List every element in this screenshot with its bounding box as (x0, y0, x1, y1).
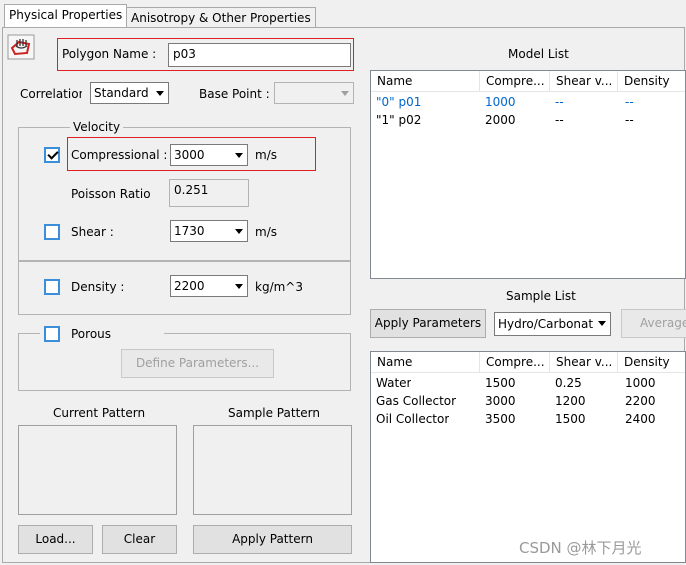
sample-col-shear[interactable]: Shear v... (550, 352, 618, 372)
sample-row-shear: 0.25 (555, 376, 582, 390)
polygon-name-input[interactable]: p03 (168, 43, 351, 67)
table-row[interactable]: Water 1500 0.25 1000 (371, 374, 685, 392)
model-col-density[interactable]: Density (618, 71, 685, 91)
sample-row-compressional: 3000 (485, 394, 516, 408)
compressional-label: Compressional : (71, 148, 168, 162)
sample-list-header: Name Compre... Shear v... Density (371, 352, 685, 373)
chevron-down-icon (594, 313, 610, 335)
correlation-value: Standard (94, 86, 149, 100)
model-row-density: -- (625, 113, 634, 127)
model-row-compressional: 2000 (485, 113, 516, 127)
load-button[interactable]: Load... (18, 525, 93, 554)
sample-list-title: Sample List (506, 289, 576, 303)
model-col-shear[interactable]: Shear v... (550, 71, 618, 91)
shear-checkbox[interactable] (44, 224, 60, 240)
sample-row-density: 2200 (625, 394, 656, 408)
compressional-value: 3000 (174, 148, 205, 162)
model-row-name: "0" p01 (376, 95, 422, 109)
apply-parameters-button[interactable]: Apply Parameters (370, 309, 486, 338)
table-row[interactable]: Oil Collector 3500 1500 2400 (371, 410, 685, 428)
correlation-label: Correlation (20, 87, 82, 101)
base-point-label: Base Point : (199, 87, 270, 101)
sample-row-compressional: 1500 (485, 376, 516, 390)
shear-label: Shear : (71, 225, 114, 239)
sample-row-name: Gas Collector (376, 394, 457, 408)
porous-checkbox[interactable] (44, 326, 60, 342)
polygon-hand-icon (7, 34, 35, 60)
tab-anisotropy[interactable]: Anisotropy & Other Properties (126, 7, 316, 27)
chevron-down-icon (152, 83, 168, 103)
model-list-header: Name Compre... Shear v... Density (371, 71, 685, 92)
sample-row-shear: 1500 (555, 412, 586, 426)
sample-row-density: 2400 (625, 412, 656, 426)
model-row-density: -- (625, 95, 634, 109)
table-row[interactable]: Gas Collector 3000 1200 2200 (371, 392, 685, 410)
sample-pattern-box (193, 425, 352, 515)
compressional-unit: m/s (255, 148, 277, 162)
model-row-shear: -- (555, 95, 564, 109)
compressional-input[interactable]: 3000 (170, 144, 248, 166)
chevron-down-icon (231, 221, 247, 241)
sample-list[interactable]: Name Compre... Shear v... Density Water … (370, 351, 686, 563)
density-label: Density : (71, 280, 125, 294)
chevron-down-icon (231, 145, 247, 165)
model-row-shear: -- (555, 113, 564, 127)
sample-row-name: Oil Collector (376, 412, 450, 426)
watermark: CSDN @林下月光 (519, 539, 642, 557)
define-parameters-button[interactable]: Define Parameters... (121, 349, 274, 378)
model-row-compressional: 1000 (485, 95, 516, 109)
current-pattern-label: Current Pattern (53, 406, 146, 420)
sample-pattern-label: Sample Pattern (228, 406, 320, 420)
sample-col-name[interactable]: Name (371, 352, 480, 372)
tab-physical-properties[interactable]: Physical Properties (4, 4, 128, 27)
poisson-ratio-value: 0.251 (169, 179, 249, 207)
table-row[interactable]: "0" p01 1000 -- -- (371, 93, 685, 111)
model-row-name: "1" p02 (376, 113, 422, 127)
porous-label: Porous (71, 327, 112, 341)
sample-col-density[interactable]: Density (618, 352, 685, 372)
shear-input[interactable]: 1730 (170, 220, 248, 242)
table-row[interactable]: "1" p02 2000 -- -- (371, 111, 685, 129)
velocity-title: Velocity (70, 120, 124, 134)
density-value: 2200 (174, 279, 205, 293)
average-button[interactable]: Average (621, 309, 686, 338)
model-list-title: Model List (508, 47, 569, 61)
shear-value: 1730 (174, 224, 205, 238)
current-pattern-box (18, 425, 177, 515)
clear-button[interactable]: Clear (102, 525, 177, 554)
compressional-checkbox[interactable] (44, 147, 60, 163)
correlation-select[interactable]: Standard (90, 82, 169, 104)
model-col-name[interactable]: Name (371, 71, 480, 91)
sample-row-density: 1000 (625, 376, 656, 390)
sample-row-shear: 1200 (555, 394, 586, 408)
density-unit: kg/m^3 (255, 280, 303, 294)
chevron-down-icon (231, 276, 247, 296)
sample-row-compressional: 3500 (485, 412, 516, 426)
model-col-compressional[interactable]: Compre... (480, 71, 550, 91)
polygon-name-label: Polygon Name : (62, 47, 157, 61)
model-list[interactable]: Name Compre... Shear v... Density "0" p0… (370, 70, 686, 279)
base-point-select[interactable] (274, 82, 354, 104)
sample-col-compressional[interactable]: Compre... (480, 352, 550, 372)
density-input[interactable]: 2200 (170, 275, 248, 297)
sample-row-name: Water (376, 376, 412, 390)
apply-pattern-button[interactable]: Apply Pattern (193, 525, 352, 554)
poisson-ratio-label: Poisson Ratio (71, 187, 151, 201)
chevron-down-icon (337, 83, 353, 103)
density-checkbox[interactable] (44, 279, 60, 295)
sample-type-value: Hydro/Carbonat (498, 317, 594, 331)
sample-type-select[interactable]: Hydro/Carbonat (494, 312, 611, 336)
shear-unit: m/s (255, 225, 277, 239)
